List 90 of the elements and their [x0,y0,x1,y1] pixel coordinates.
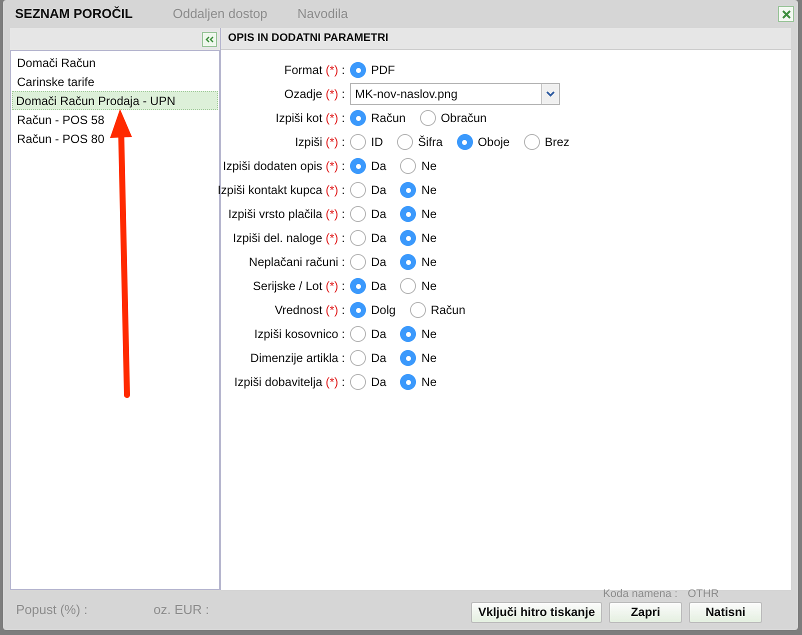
radio-label: Ne [421,350,437,367]
background-text: Oddaljen dostop [172,5,268,24]
background-select[interactable]: MK-nov-naslov.png [350,83,560,105]
radio-label: Oboje [478,134,510,151]
radio-button[interactable] [400,230,416,246]
radio-button[interactable] [350,182,366,198]
field-label: Izpiši kot (*) : [276,110,345,127]
radio-label: Da [371,254,386,271]
radio-label: PDF [371,62,395,79]
radio-button[interactable] [400,350,416,366]
radio-label: Šifra [418,134,443,151]
radio-label: Da [371,374,386,391]
radio-label: Račun [430,302,466,319]
chevron-down-icon [546,91,555,97]
background-text: Popust (%) : [16,601,88,620]
dialog-button[interactable]: Natisni [689,602,762,622]
close-icon [782,10,790,18]
radio-label: Da [371,182,386,199]
field-label: Vrednost (*) : [274,302,345,319]
panel-title: OPIS IN DODATNI PARAMETRI [228,31,388,46]
field-label: Ozadje (*) : [284,86,345,103]
radio-button[interactable] [400,374,416,390]
radio-label: Da [371,278,386,295]
radio-button[interactable] [350,158,366,174]
radio-button[interactable] [400,326,416,342]
radio-button[interactable] [350,230,366,246]
radio-label: ID [371,134,383,151]
report-list-item[interactable]: Carinske tarife [12,72,218,91]
radio-button[interactable] [350,254,366,270]
radio-label: Brez [544,134,570,151]
close-button[interactable] [778,6,794,22]
radio-button[interactable] [350,134,366,150]
field-label: Izpiši kosovnico : [254,326,345,343]
radio-label: Da [371,326,386,343]
radio-button[interactable] [350,206,366,222]
dialog-title: SEZNAM POROČIL [15,5,133,24]
field-label: Izpiši kontakt kupca (*) : [218,182,345,199]
field-label: Izpiši del. naloge (*) : [232,230,345,247]
field-label: Izpiši dodaten opis (*) : [222,158,345,175]
report-list-item[interactable]: Račun - POS 58 [12,110,218,129]
radio-button[interactable] [400,158,416,174]
field-label: Format (*) : [284,62,345,79]
radio-label: Ne [421,374,437,391]
radio-button[interactable] [456,134,473,150]
radio-label: Da [371,230,386,247]
radio-label: Ne [421,182,437,199]
background-text: Koda namena : [603,589,678,600]
radio-button[interactable] [524,134,540,150]
background-text: OTHR [688,589,719,600]
radio-button[interactable] [400,206,416,222]
field-label: Izpiši vrsto plačila (*) : [228,206,345,223]
report-list-item[interactable]: Domači Račun [12,53,218,72]
radio-label: Obračun [440,110,487,127]
radio-label: Ne [421,278,437,295]
field-label: Dimenzije artikla : [250,350,345,367]
radio-button[interactable] [410,302,426,318]
dialog-button[interactable]: Vključi hitro tiskanje [471,602,602,622]
double-chevron-left-icon [205,36,214,42]
radio-button[interactable] [350,374,366,390]
radio-button[interactable] [350,350,366,366]
radio-button[interactable] [400,182,416,198]
background-text: Navodila [297,5,348,24]
radio-button[interactable] [350,110,366,126]
radio-label: Ne [421,254,437,271]
report-list-item[interactable]: Domači Račun Prodaja - UPN [12,91,218,110]
collapse-button[interactable] [202,32,217,46]
radio-button[interactable] [420,110,436,126]
radio-label: Račun [371,110,406,127]
field-label: Neplačani računi : [248,254,345,271]
radio-label: Ne [421,206,437,223]
radio-label: Ne [421,326,437,343]
radio-button[interactable] [350,326,366,342]
background-text: oz. EUR : [154,601,210,620]
radio-button[interactable] [350,302,366,318]
radio-button[interactable] [350,62,366,78]
field-label: Izpiši dobavitelja (*) : [234,374,345,391]
dialog-button[interactable]: Zapri [609,602,682,622]
radio-button[interactable] [400,278,416,294]
radio-button[interactable] [400,254,416,270]
radio-button[interactable] [397,134,413,150]
radio-label: Da [371,158,386,175]
radio-label: Da [371,206,386,223]
radio-label: Dolg [371,302,396,319]
report-list-item[interactable]: Račun - POS 80 [12,129,218,148]
radio-label: Ne [421,230,437,247]
field-label: Serijske / Lot (*) : [252,278,345,295]
radio-label: Ne [421,158,437,175]
field-label: Izpiši (*) : [294,134,345,151]
radio-label: Da [371,350,386,367]
radio-button[interactable] [350,278,366,294]
